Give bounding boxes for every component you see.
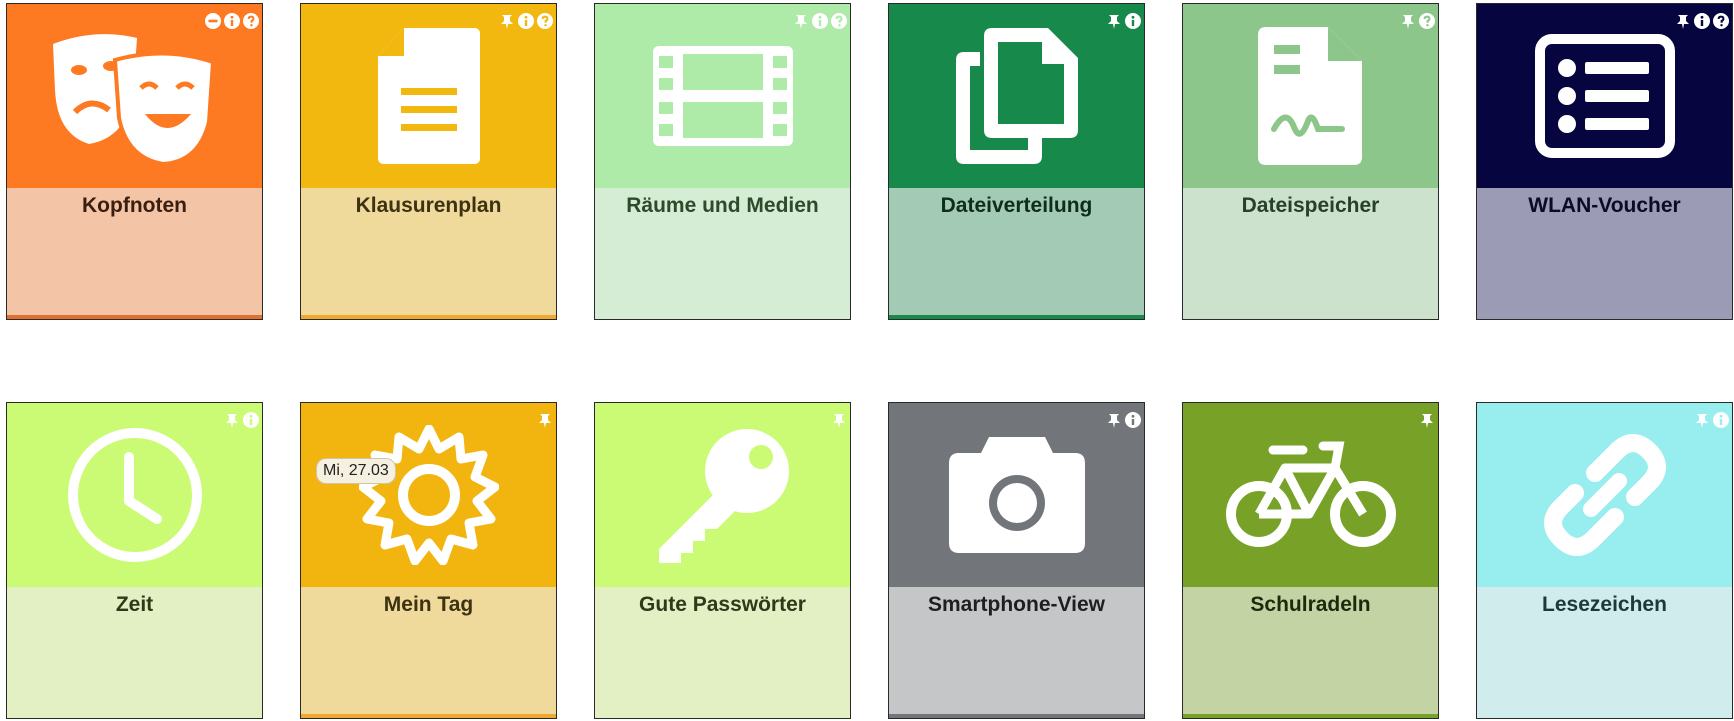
pin-icon[interactable] <box>1106 13 1122 29</box>
tile-label: Kopfnoten <box>82 194 187 217</box>
tile-label: Mein Tag <box>383 593 474 616</box>
tile-label: Lesezeichen <box>1542 593 1667 616</box>
tile-dateiverteilung[interactable]: Dateiverteilung <box>888 3 1145 320</box>
help-icon[interactable] <box>537 13 553 29</box>
pin-icon[interactable] <box>1694 412 1710 428</box>
tile-zeit[interactable]: Zeit <box>6 402 263 719</box>
list-card-icon <box>1534 34 1675 158</box>
info-icon[interactable] <box>1713 412 1729 428</box>
info-icon[interactable] <box>1694 13 1710 29</box>
tile-lesezeichen[interactable]: Lesezeichen <box>1476 402 1733 719</box>
tile-label: Dateispeicher <box>1241 194 1380 217</box>
tile-dateispeicher[interactable]: Dateispeicher <box>1182 3 1439 320</box>
info-icon[interactable] <box>812 13 828 29</box>
tile-controls <box>793 13 847 29</box>
info-icon[interactable] <box>243 412 259 428</box>
pin-icon[interactable] <box>831 412 847 428</box>
tile-label: Schulradeln <box>1250 593 1371 616</box>
sun-icon <box>358 425 499 565</box>
link-icon <box>1543 434 1666 556</box>
info-icon[interactable] <box>518 13 534 29</box>
tile-label: Zeit <box>115 593 154 616</box>
tile-controls <box>1400 13 1435 29</box>
tile-controls <box>1675 13 1729 29</box>
tile-controls <box>537 412 553 428</box>
tile-kopfnoten[interactable]: Kopfnoten <box>6 3 263 320</box>
pin-icon[interactable] <box>224 412 240 428</box>
tile-controls <box>1694 412 1729 428</box>
tile-label: Dateiverteilung <box>940 194 1093 217</box>
clock-icon <box>67 428 202 562</box>
copy-files-icon <box>955 28 1078 164</box>
tile-controls <box>499 13 553 29</box>
file-signature-icon <box>1257 27 1362 165</box>
tile-label: Räume und Medien <box>626 194 819 217</box>
document-icon <box>377 28 480 164</box>
tile-label: Gute Passwörter <box>639 593 806 616</box>
pin-icon[interactable] <box>537 412 553 428</box>
minus-icon[interactable] <box>205 13 221 29</box>
bicycle-icon <box>1225 441 1396 547</box>
pin-icon[interactable] <box>1675 13 1691 29</box>
tile-mein-tag[interactable]: Mi, 27.03 Mein Tag <box>300 402 557 719</box>
help-icon[interactable] <box>243 13 259 29</box>
tile-label: Klausurenplan <box>355 194 502 217</box>
tile-controls <box>831 412 847 428</box>
tile-controls <box>1419 412 1435 428</box>
pin-icon[interactable] <box>1419 412 1435 428</box>
key-icon <box>658 429 789 563</box>
tile-klausurenplan[interactable]: Klausurenplan <box>300 3 557 320</box>
tile-label: Smartphone-View <box>928 593 1105 616</box>
tile-raeume-und-medien[interactable]: Räume und Medien <box>594 3 851 320</box>
info-icon[interactable] <box>224 13 240 29</box>
info-icon[interactable] <box>1125 412 1141 428</box>
info-icon[interactable] <box>1125 13 1141 29</box>
tile-controls <box>1106 13 1141 29</box>
tile-wlan-voucher[interactable]: WLAN-Voucher <box>1476 3 1733 320</box>
pin-icon[interactable] <box>1400 13 1416 29</box>
pin-icon[interactable] <box>499 13 515 29</box>
pin-icon[interactable] <box>793 13 809 29</box>
tile-smartphone-view[interactable]: Smartphone-View <box>888 402 1145 719</box>
theater-masks-icon <box>52 34 215 166</box>
pin-icon[interactable] <box>1106 412 1122 428</box>
help-icon[interactable] <box>1713 13 1729 29</box>
tile-schulradeln[interactable]: Schulradeln <box>1182 402 1439 719</box>
tile-gute-passwoerter[interactable]: Gute Passwörter <box>594 402 851 719</box>
help-icon[interactable] <box>831 13 847 29</box>
tile-controls <box>205 13 259 29</box>
tile-controls <box>1106 412 1141 428</box>
camera-icon <box>948 437 1085 553</box>
film-icon <box>652 46 793 146</box>
tile-controls <box>224 412 259 428</box>
tile-label: WLAN-Voucher <box>1528 194 1681 217</box>
date-badge: Mi, 27.03 <box>317 459 395 483</box>
help-icon[interactable] <box>1419 13 1435 29</box>
